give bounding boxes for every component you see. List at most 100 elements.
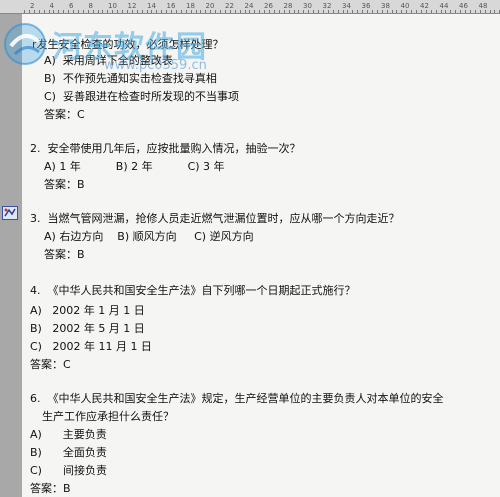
ruler-minor-tick [455, 10, 457, 13]
ruler-minor-tick [283, 10, 285, 13]
ruler-minor-tick [489, 10, 491, 13]
ruler-tick-label: 40 [400, 2, 410, 10]
ruler-minor-tick [401, 10, 403, 13]
ruler-minor-tick [259, 10, 261, 13]
ruler-minor-tick [318, 10, 319, 13]
ruler-minor-tick [435, 10, 437, 13]
ruler-tick-label: 2 [30, 2, 35, 10]
watermark-url: www.pc0359.cn [104, 58, 207, 73]
ruler-tick-label: 10 [108, 2, 117, 10]
ruler-minor-tick [479, 10, 481, 13]
ruler-minor-tick [367, 10, 368, 13]
question-2-options: A) 1 年 B) 2 年 C) 3 年 [44, 160, 225, 173]
ruler-tick-label: 20 [205, 2, 215, 10]
ruler-minor-tick [386, 10, 388, 13]
question-2-stem: 2. 安全带使用几年后，应按批量购入情况，抽验一次？ [30, 142, 301, 155]
ruler-minor-tick [239, 10, 241, 13]
ruler-minor-tick [278, 10, 280, 13]
ruler-tick-label: 26 [264, 2, 273, 10]
ruler-tick-label: 18 [186, 2, 195, 10]
ruler-minor-tick [469, 10, 471, 13]
ruler-minor-tick [249, 10, 251, 13]
ruler-minor-tick [308, 10, 310, 13]
ruler-tick-label: 16 [166, 2, 176, 10]
ruler-minor-tick [224, 10, 226, 13]
ruler-minor-tick [411, 10, 413, 13]
question-2-answer: 答案：B [44, 178, 85, 191]
ruler-minor-tick [494, 10, 496, 13]
ruler-minor-tick [416, 10, 417, 13]
ruler-minor-tick [362, 10, 364, 13]
question-4-stem: 4. 《中华人民共和国安全生产法》自下列哪一个日期起正式施行？ [30, 284, 356, 297]
ruler-minor-tick [303, 10, 305, 13]
ruler-tick-label: 44 [439, 2, 449, 10]
ruler-minor-tick [425, 10, 427, 13]
ruler-tick-label: 24 [244, 2, 254, 10]
ruler-minor-tick [484, 10, 486, 13]
question-4-option-b: B) 2002 年 5 月 1 日 [30, 322, 145, 335]
ruler-minor-tick [474, 10, 476, 13]
ruler-tick-label: 8 [88, 2, 93, 10]
ruler-minor-tick [376, 10, 378, 13]
question-4-option-c: C) 2002 年 11 月 1 日 [30, 340, 152, 353]
ruler-minor-tick [406, 10, 408, 13]
ruler-minor-tick [396, 10, 398, 13]
question-4-answer: 答案：C [30, 358, 71, 371]
ruler-minor-tick [352, 10, 354, 13]
question-3-answer: 答案：B [44, 248, 85, 261]
ruler-tick-label: 38 [381, 2, 390, 10]
ruler-minor-tick [244, 10, 246, 13]
question-6-stem-continued: 生产工作应承担什么责任？ [42, 410, 174, 423]
ruler-minor-tick [445, 10, 447, 13]
question-1-option-c: C) 妥善跟进在检查时所发现的不当事项 [44, 90, 239, 103]
ruler-minor-tick [460, 10, 462, 13]
ruler-tick-label: 22 [225, 2, 234, 10]
question-6-answer: 答案：B [30, 482, 71, 495]
ruler-minor-tick [371, 10, 373, 13]
ruler-minor-tick [440, 10, 442, 13]
ruler-minor-tick [391, 10, 393, 13]
ruler-tick-label: 36 [361, 2, 371, 10]
ruler-minor-tick [269, 10, 270, 13]
document-page: r发生安全检查的功效，必须怎样处理？ A) 采用周详下全的整改表 B) 不作预先… [22, 14, 500, 497]
ruler-minor-tick [347, 10, 349, 13]
object-anchor-icon[interactable] [2, 205, 18, 220]
ruler-tick-label: 46 [459, 2, 468, 10]
ruler-minor-tick [273, 10, 275, 13]
ruler-minor-tick [220, 10, 221, 13]
ruler-minor-tick [327, 10, 329, 13]
question-6-option-c: C) 间接负责 [30, 464, 107, 477]
question-3-options: A) 右边方向 B) 顺风方向 C) 逆风方向 [44, 230, 254, 243]
ruler-tick-label: 48 [478, 2, 488, 10]
watermark-logo-icon [4, 23, 46, 65]
question-6-option-b: B) 全面负责 [30, 446, 107, 459]
question-3-stem: 3. 当燃气管网泄漏，抢修人员走近燃气泄漏位置时，应从哪一个方向走近？ [30, 212, 400, 225]
ruler-minor-tick [342, 10, 344, 13]
ruler-minor-tick [450, 10, 452, 13]
ruler-tick-label: 30 [303, 2, 312, 10]
watermark: 河东软件园 www.pc0359.cn [0, 10, 220, 73]
question-6-option-a: A) 主要负责 [30, 428, 107, 441]
question-1-answer: 答案：C [44, 108, 85, 121]
question-4-option-a: A) 2002 年 1 月 1 日 [30, 304, 145, 317]
question-1-option-b: B) 不作预先通知实击检查找寻真相 [44, 72, 217, 85]
ruler-minor-tick [254, 10, 256, 13]
ruler-tick-label: 4 [49, 2, 54, 10]
ruler-minor-tick [381, 10, 383, 13]
question-6-stem: 6. 《中华人民共和国安全生产法》规定，生产经营单位的主要负责人对本单位的安全 [30, 392, 444, 405]
ruler-tick-label: 14 [147, 2, 156, 10]
ruler-minor-tick [234, 10, 236, 13]
ruler-minor-tick [420, 10, 422, 13]
ruler-tick-label: 32 [322, 2, 332, 10]
ruler-minor-tick [357, 10, 359, 13]
ruler-tick-label: 34 [342, 2, 351, 10]
ruler-minor-tick [430, 10, 432, 13]
ruler-minor-tick [264, 10, 266, 13]
ruler-minor-tick [229, 10, 231, 13]
ruler-minor-tick [465, 10, 466, 13]
ruler-minor-tick [313, 10, 315, 13]
ruler-minor-tick [337, 10, 339, 13]
ruler-minor-tick [322, 10, 324, 13]
ruler-tick-label: 28 [283, 2, 293, 10]
ruler-minor-tick [288, 10, 290, 13]
